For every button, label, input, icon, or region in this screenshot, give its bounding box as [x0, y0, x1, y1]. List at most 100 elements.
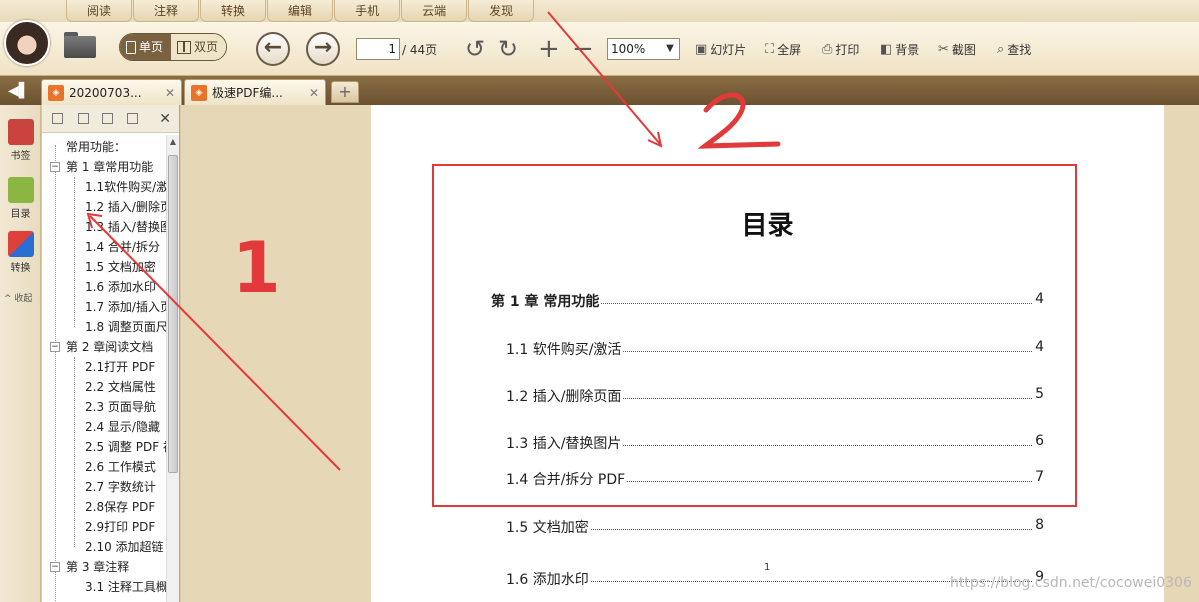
- document-tab-2[interactable]: ◈ 极速PDF编... ✕: [184, 79, 326, 105]
- page-number-input[interactable]: 1: [356, 38, 400, 60]
- panel-toggle-icon[interactable]: ◀▌: [8, 83, 30, 99]
- toc-tree-item[interactable]: 2.5 调整 PDF 视: [42, 437, 166, 457]
- toc-tree-item[interactable]: 1.4 合并/拆分: [42, 237, 166, 257]
- zoom-in-icon[interactable]: +: [538, 35, 560, 63]
- toc-entry[interactable]: 1.5 文档加密 8: [506, 517, 1044, 537]
- convert-panel-button[interactable]: 转换: [3, 231, 38, 274]
- toc-tree-item-label: 第 2 章阅读文档: [66, 340, 154, 354]
- menu-tab-convert[interactable]: 转换: [200, 0, 267, 22]
- toc-tree-item[interactable]: 1.2 插入/删除页: [42, 197, 166, 217]
- previous-page-button[interactable]: ←: [256, 32, 290, 66]
- toc-tree-item-label: 2.10 添加超链: [85, 540, 164, 554]
- toc-tree-item[interactable]: 2.6 工作模式: [42, 457, 166, 477]
- toc-tree-item[interactable]: 2.1打开 PDF: [42, 357, 166, 377]
- toc-toolbar: ✕: [42, 105, 179, 133]
- bookmark-icon: [7, 119, 34, 145]
- menu-tab-cloud[interactable]: 云端: [401, 0, 468, 22]
- printer-icon: ⎙: [822, 42, 833, 57]
- page-icon: [126, 40, 136, 54]
- toc-tree-item[interactable]: 2.7 字数统计: [42, 477, 166, 497]
- menu-tab-read[interactable]: 阅读: [66, 0, 133, 22]
- document-tab-1[interactable]: ◈ 20200703... ✕: [41, 79, 182, 105]
- highlight-box: [432, 164, 1077, 507]
- scrollbar-thumb[interactable]: [168, 155, 178, 473]
- toc-scrollbar[interactable]: ▲: [166, 135, 179, 602]
- pdf-to-word-icon: [7, 231, 34, 257]
- open-folder-icon[interactable]: [64, 32, 98, 58]
- add-bookmark-icon[interactable]: [102, 113, 113, 124]
- toc-tree-item[interactable]: 1.5 文档加密: [42, 257, 166, 277]
- rotate-right-icon[interactable]: ↻: [498, 35, 518, 63]
- toc-tree-item-label: 2.2 文档属性: [85, 380, 156, 394]
- toc-tree-item[interactable]: 1.3 插入/替换图: [42, 217, 166, 237]
- toc-tree-item-label: 1.5 文档加密: [85, 260, 156, 274]
- scissors-icon: ✂: [938, 42, 949, 57]
- toc-tree-item-label: 第 1 章常用功能: [66, 160, 154, 174]
- toc-tree-item[interactable]: 1.7 添加/插入页: [42, 297, 166, 317]
- toc-tree-item[interactable]: − 第 2 章阅读文档: [42, 337, 166, 357]
- pdf-file-icon: ◈: [191, 84, 207, 101]
- rotate-left-icon[interactable]: ↺: [465, 35, 485, 63]
- toc-tree-item-label: 2.7 字数统计: [85, 480, 156, 494]
- close-icon[interactable]: ✕: [309, 86, 319, 100]
- next-page-button[interactable]: →: [306, 32, 340, 66]
- add-tab-button[interactable]: +: [331, 81, 359, 103]
- toc-tree-item[interactable]: 2.8保存 PDF: [42, 497, 166, 517]
- fullscreen-icon: ⛶: [765, 42, 775, 57]
- toc-tree-item[interactable]: 2.9打印 PDF: [42, 517, 166, 537]
- toc-list-icon: [7, 177, 34, 203]
- chevron-down-icon: ▼: [666, 43, 674, 54]
- avatar[interactable]: [4, 20, 50, 66]
- slideshow-icon: ▣: [695, 42, 708, 57]
- double-page-button[interactable]: 双页: [171, 34, 227, 60]
- page-footer-number: 1: [764, 562, 771, 573]
- find-button[interactable]: ⌕ 查找: [997, 41, 1031, 58]
- toc-tree-item[interactable]: − 第 1 章常用功能: [42, 157, 166, 177]
- menu-tab-edit[interactable]: 编辑: [267, 0, 334, 22]
- search-icon: ⌕: [997, 42, 1005, 57]
- toc-tree-item-label: 1.2 插入/删除页: [85, 200, 166, 214]
- toc-tree-item-label: 第 3 章注释: [66, 560, 130, 574]
- print-button[interactable]: ⎙ 打印: [822, 41, 859, 58]
- close-icon[interactable]: ✕: [159, 111, 171, 127]
- menu-tab-annotate[interactable]: 注释: [133, 0, 200, 22]
- scroll-up-icon[interactable]: ▲: [168, 137, 178, 151]
- close-icon[interactable]: ✕: [165, 86, 175, 100]
- collapse-node-icon[interactable]: −: [50, 342, 60, 352]
- menu-tab-discover[interactable]: 发现: [468, 0, 535, 22]
- toc-panel-button[interactable]: 目录: [3, 177, 38, 220]
- toc-tree-item-label: 1.3 插入/替换图: [85, 220, 166, 234]
- fullscreen-button[interactable]: ⛶ 全屏: [765, 41, 801, 58]
- toc-tree-item-label: 1.8 调整页面尺: [85, 320, 166, 334]
- delete-bookmark-icon[interactable]: [127, 113, 138, 124]
- toc-tree-item-label: 2.3 页面导航: [85, 400, 156, 414]
- expand-all-icon[interactable]: [52, 113, 63, 124]
- toc-tree-item-label: 2.8保存 PDF: [85, 500, 156, 514]
- bookmark-panel-button[interactable]: 书签: [3, 119, 38, 162]
- slideshow-button[interactable]: ▣ 幻灯片: [695, 41, 746, 58]
- zoom-select[interactable]: 100% ▼: [607, 38, 680, 60]
- menu-tab-phone[interactable]: 手机: [334, 0, 401, 22]
- collapse-node-icon[interactable]: −: [50, 162, 60, 172]
- toc-tree-item[interactable]: 1.6 添加水印: [42, 277, 166, 297]
- toc-tree-item[interactable]: 2.3 页面导航: [42, 397, 166, 417]
- toc-tree-item[interactable]: − 第 3 章注释: [42, 557, 166, 577]
- collapse-sidebar-button[interactable]: ^ 收起: [4, 291, 32, 304]
- toc-tree-item[interactable]: 3.1 注释工具概: [42, 577, 166, 597]
- collapse-all-icon[interactable]: [78, 113, 89, 124]
- toc-tree-item[interactable]: 2.2 文档属性: [42, 377, 166, 397]
- toolbar: 单页 双页 ← → 1 / 44页 ↺ ↻ + − 100% ▼ ▣ 幻灯片 ⛶ 全屏…: [0, 20, 1199, 76]
- toc-tree-item[interactable]: 常用功能：: [42, 137, 166, 157]
- toc-tree-item[interactable]: 2.4 显示/隐藏: [42, 417, 166, 437]
- screenshot-button[interactable]: ✂ 截图: [938, 41, 976, 58]
- watermark: https://blog.csdn.net/cocowei0306: [950, 575, 1192, 591]
- zoom-out-icon[interactable]: −: [572, 35, 594, 63]
- collapse-node-icon[interactable]: −: [50, 562, 60, 572]
- toc-tree-item[interactable]: 2.10 添加超链: [42, 537, 166, 557]
- toc-tree-item[interactable]: 1.8 调整页面尺: [42, 317, 166, 337]
- toc-tree-item[interactable]: 1.1软件购买/激: [42, 177, 166, 197]
- arrow-right-icon: →: [313, 35, 333, 60]
- toc-tree-item-label: 2.5 调整 PDF 视: [85, 440, 166, 454]
- single-page-button[interactable]: 单页: [120, 34, 172, 60]
- background-button[interactable]: ◧ 背景: [880, 41, 919, 58]
